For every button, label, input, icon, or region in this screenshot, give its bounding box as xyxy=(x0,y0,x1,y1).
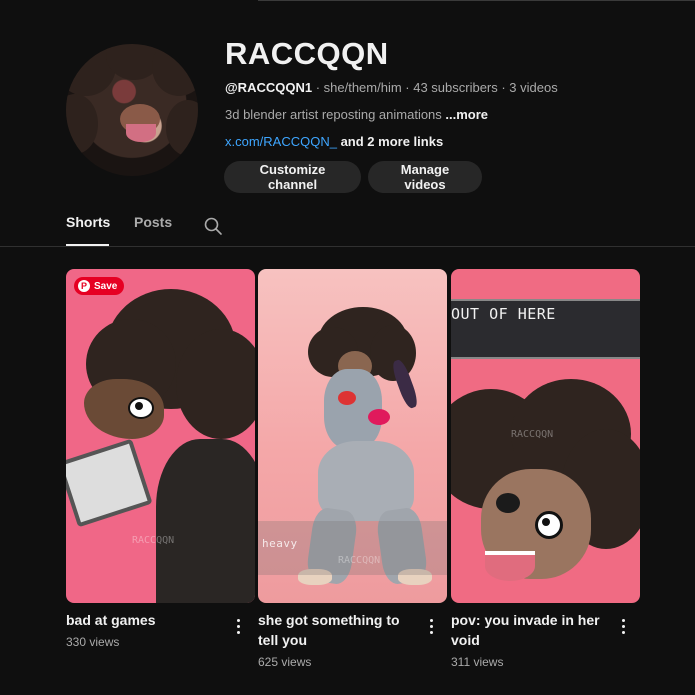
short-title-line1: pov: you invade in her xyxy=(451,612,600,628)
short-title-2[interactable]: she got something to tell you xyxy=(258,610,400,650)
search-icon[interactable] xyxy=(203,216,223,236)
more-vert-icon[interactable] xyxy=(230,616,246,636)
channel-description[interactable]: 3d blender artist reposting animations .… xyxy=(225,107,488,122)
thumbnail-watermark: RACCQQN xyxy=(338,555,381,566)
short-title-1[interactable]: bad at games xyxy=(66,610,155,630)
more-links[interactable]: and 2 more links xyxy=(337,134,444,149)
short-thumbnail-3[interactable]: OUT OF HERE RACCQQN xyxy=(451,269,640,603)
short-title-line2: void xyxy=(451,632,480,648)
short-views-3: 311 views xyxy=(451,655,504,669)
customize-channel-button[interactable]: Customize channel xyxy=(224,161,361,193)
save-label: Save xyxy=(94,280,118,292)
pinterest-save-button[interactable]: P Save xyxy=(74,277,125,295)
tab-shorts[interactable]: Shorts xyxy=(66,214,110,230)
tabs-divider xyxy=(0,246,695,247)
tab-posts[interactable]: Posts xyxy=(134,214,172,230)
channel-handle: @RACCQQN1 xyxy=(225,80,313,95)
channel-stats: · she/them/him · 43 subscribers · 3 vide… xyxy=(312,80,558,95)
thumbnail-overlay-text: OUT OF HERE xyxy=(451,305,556,323)
short-title-line2: tell you xyxy=(258,632,308,648)
short-thumbnail-1[interactable]: P Save RACCQQN xyxy=(66,269,255,603)
channel-links: x.com/RACCQQN_ and 2 more links xyxy=(225,134,443,149)
description-text: 3d blender artist reposting animations xyxy=(225,107,446,122)
channel-name: RACCQQN xyxy=(225,36,389,71)
thumbnail-overlay-text: heavy xyxy=(262,537,298,550)
channel-avatar[interactable] xyxy=(66,44,198,176)
thumbnail-watermark: RACCQQN xyxy=(132,535,175,546)
short-views-2: 625 views xyxy=(258,655,312,669)
thumbnail-watermark: RACCQQN xyxy=(511,429,554,440)
pinterest-icon: P xyxy=(78,280,90,292)
more-vert-icon[interactable] xyxy=(423,616,439,636)
short-title-line1: she got something to xyxy=(258,612,400,628)
channel-meta: @RACCQQN1 · she/them/him · 43 subscriber… xyxy=(225,80,558,95)
manage-videos-button[interactable]: Manage videos xyxy=(368,161,482,193)
short-views-1: 330 views xyxy=(66,635,120,649)
external-link[interactable]: x.com/RACCQQN_ xyxy=(225,134,337,149)
top-edge-line xyxy=(258,0,695,1)
short-thumbnail-2[interactable]: heavy RACCQQN xyxy=(258,269,447,603)
short-title-3[interactable]: pov: you invade in her void xyxy=(451,610,600,650)
short-title-text: bad at games xyxy=(66,612,156,628)
more-link[interactable]: ...more xyxy=(445,107,488,122)
more-vert-icon[interactable] xyxy=(615,616,631,636)
